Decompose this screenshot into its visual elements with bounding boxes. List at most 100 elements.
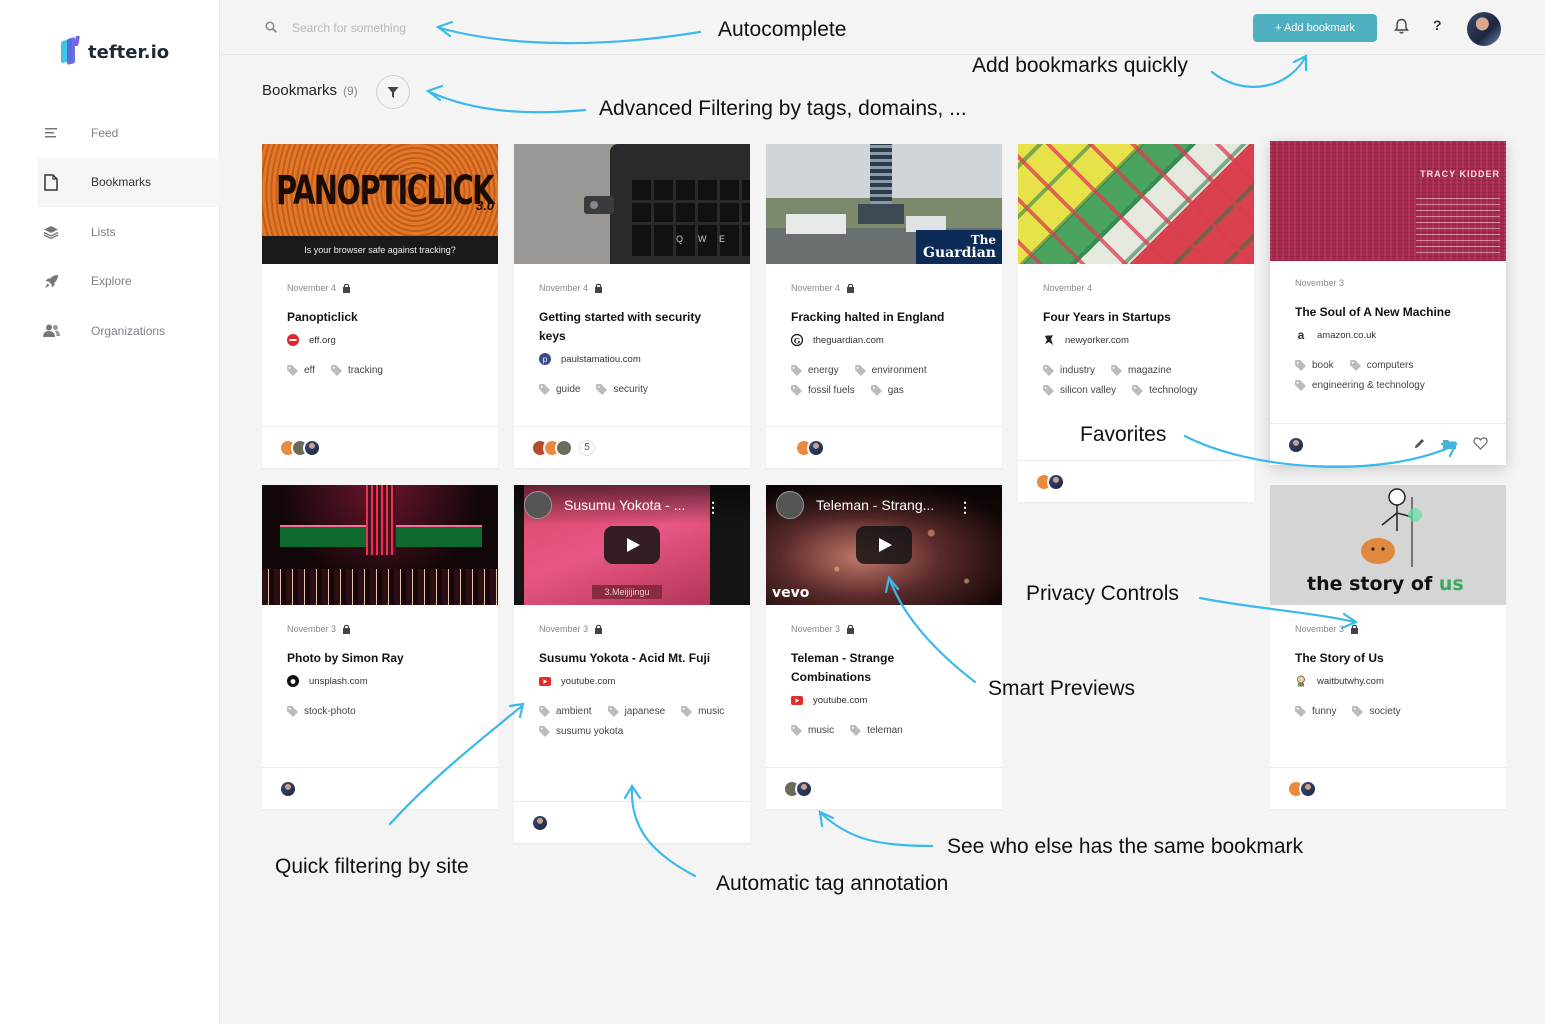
sidebar-item-bookmarks[interactable]: Bookmarks — [38, 157, 220, 207]
bookmark-card[interactable]: TRACY KIDDER November 3 The Soul of A Ne… — [1270, 141, 1506, 465]
lock-icon[interactable] — [846, 624, 855, 634]
tag[interactable]: society — [1352, 706, 1401, 717]
bookmark-card[interactable]: 3.Meijijingu Susumu Yokota - ... ⋮ Novem… — [514, 485, 750, 843]
bookmark-card[interactable]: Teleman - Strang... ⋮ vevo November 3 Te… — [766, 485, 1002, 809]
bookmark-card[interactable]: November 3 Photo by Simon Ray unsplash.c… — [262, 485, 498, 809]
play-icon[interactable] — [604, 526, 660, 564]
add-bookmark-button[interactable]: + Add bookmark — [1253, 14, 1377, 42]
tag[interactable]: gas — [870, 385, 904, 396]
card-title[interactable]: Four Years in Startups — [1043, 308, 1229, 327]
bookmark-card[interactable]: The Guardian November 4 Fracking halted … — [766, 144, 1002, 468]
edit-icon[interactable] — [1413, 437, 1426, 450]
lock-icon[interactable] — [594, 624, 603, 634]
tag[interactable]: music — [681, 706, 724, 717]
tag[interactable]: eff — [287, 365, 315, 376]
card-title[interactable]: Teleman - Strange Combinations — [791, 649, 977, 687]
site-link[interactable]: youtube.com — [791, 693, 977, 707]
site-link[interactable]: waitbutwhy.com — [1295, 674, 1481, 688]
bell-icon[interactable] — [1394, 18, 1409, 39]
avatar[interactable] — [531, 813, 549, 832]
stick-figure-illustration — [1361, 488, 1422, 567]
folder-icon[interactable] — [1442, 438, 1457, 450]
help-icon[interactable]: ? — [1433, 17, 1442, 33]
tag[interactable]: music — [791, 725, 834, 736]
thumbnail: Q W E — [514, 144, 750, 264]
more-users-count[interactable]: 5 — [579, 439, 595, 456]
tag[interactable]: energy — [791, 365, 839, 376]
filter-button[interactable] — [376, 75, 410, 109]
card-title[interactable]: The Story of Us — [1295, 649, 1481, 668]
tag[interactable]: book — [1295, 360, 1334, 371]
tag[interactable]: susumu yokota — [539, 726, 623, 737]
site-link[interactable]: eff.org — [287, 333, 473, 347]
card-title[interactable]: Panopticlick — [287, 308, 473, 327]
heart-icon[interactable] — [1473, 437, 1488, 450]
bookmark-card[interactable]: the story of us November 3 The Story of … — [1270, 485, 1506, 809]
lock-icon[interactable] — [342, 283, 351, 293]
tag[interactable]: guide — [539, 384, 580, 395]
avatar[interactable] — [1299, 779, 1317, 798]
bookmark-card[interactable]: November 4 Four Years in Startups newyor… — [1018, 144, 1254, 502]
tag-label: guide — [556, 384, 581, 395]
tag[interactable]: computers — [1349, 360, 1413, 371]
site-link[interactable]: p paulstamatiou.com — [539, 352, 725, 366]
tag-label: fossil fuels — [808, 385, 855, 396]
tag[interactable]: silicon valley — [1043, 385, 1116, 396]
tag[interactable]: funny — [1295, 706, 1336, 717]
card-title[interactable]: Fracking halted in England — [791, 308, 977, 327]
tag-label: industry — [1060, 365, 1096, 376]
tag[interactable]: ambient — [539, 706, 592, 717]
avatar[interactable] — [1047, 472, 1065, 491]
avatar[interactable] — [1287, 435, 1305, 454]
card-title[interactable]: Getting started with security keys — [539, 308, 725, 346]
tag[interactable]: tracking — [330, 365, 383, 376]
lock-icon[interactable] — [342, 624, 351, 634]
arrow-see-who — [820, 812, 934, 848]
tag[interactable]: environment — [854, 365, 927, 376]
avatar[interactable] — [303, 438, 321, 457]
avatar[interactable] — [279, 779, 297, 798]
tag[interactable]: technology — [1132, 385, 1198, 396]
sidebar-item-organizations[interactable]: Organizations — [38, 306, 220, 356]
site-link[interactable]: youtube.com — [539, 674, 725, 688]
avatar[interactable] — [795, 779, 813, 798]
svg-text:p: p — [543, 355, 548, 364]
avatar[interactable] — [555, 438, 573, 457]
play-icon[interactable] — [856, 526, 912, 564]
tag[interactable]: japanese — [607, 706, 665, 717]
avatar[interactable] — [807, 438, 825, 457]
logo[interactable]: tefter.io — [58, 36, 169, 68]
site-link[interactable]: G theguardian.com — [791, 333, 977, 347]
tag[interactable]: fossil fuels — [791, 385, 855, 396]
site-link[interactable]: unsplash.com — [287, 674, 473, 688]
thumbnail: PANOPTICLICK 3.0 Is your browser safe ag… — [262, 144, 498, 264]
lock-icon[interactable] — [846, 283, 855, 293]
tag[interactable]: magazine — [1111, 365, 1171, 376]
sidebar-item-lists[interactable]: Lists — [38, 207, 220, 257]
sidebar-item-label: Bookmarks — [91, 175, 152, 190]
site-link[interactable]: newyorker.com — [1043, 333, 1229, 347]
card-title[interactable]: Photo by Simon Ray — [287, 649, 473, 668]
meta: November 3 — [539, 623, 725, 635]
bookmark-card[interactable]: Q W E November 4 Getting started with se… — [514, 144, 750, 468]
bookmark-card[interactable]: PANOPTICLICK 3.0 Is your browser safe ag… — [262, 144, 498, 468]
tag[interactable]: engineering & technology — [1295, 380, 1425, 391]
date: November 4 — [1043, 283, 1093, 293]
video-menu-icon[interactable]: ⋮ — [958, 499, 972, 516]
tag[interactable]: security — [596, 384, 648, 395]
tag[interactable]: teleman — [850, 725, 903, 736]
card-title[interactable]: Susumu Yokota - Acid Mt. Fuji — [539, 649, 725, 668]
search-input[interactable] — [292, 17, 492, 39]
video-menu-icon[interactable]: ⋮ — [706, 499, 720, 516]
tag[interactable]: stock-photo — [287, 706, 356, 717]
user-avatar[interactable] — [1467, 12, 1501, 46]
lock-icon[interactable] — [1350, 624, 1359, 634]
sidebar-item-feed[interactable]: Feed — [38, 108, 220, 158]
lock-icon[interactable] — [594, 283, 603, 293]
card-title[interactable]: The Soul of A New Machine — [1295, 303, 1481, 322]
site-link[interactable]: a amazon.co.uk — [1295, 328, 1481, 342]
waitbutwhy-favicon-icon — [1295, 675, 1307, 687]
date: November 3 — [539, 624, 589, 634]
sidebar-item-explore[interactable]: Explore — [38, 257, 220, 307]
tag[interactable]: industry — [1043, 365, 1095, 376]
